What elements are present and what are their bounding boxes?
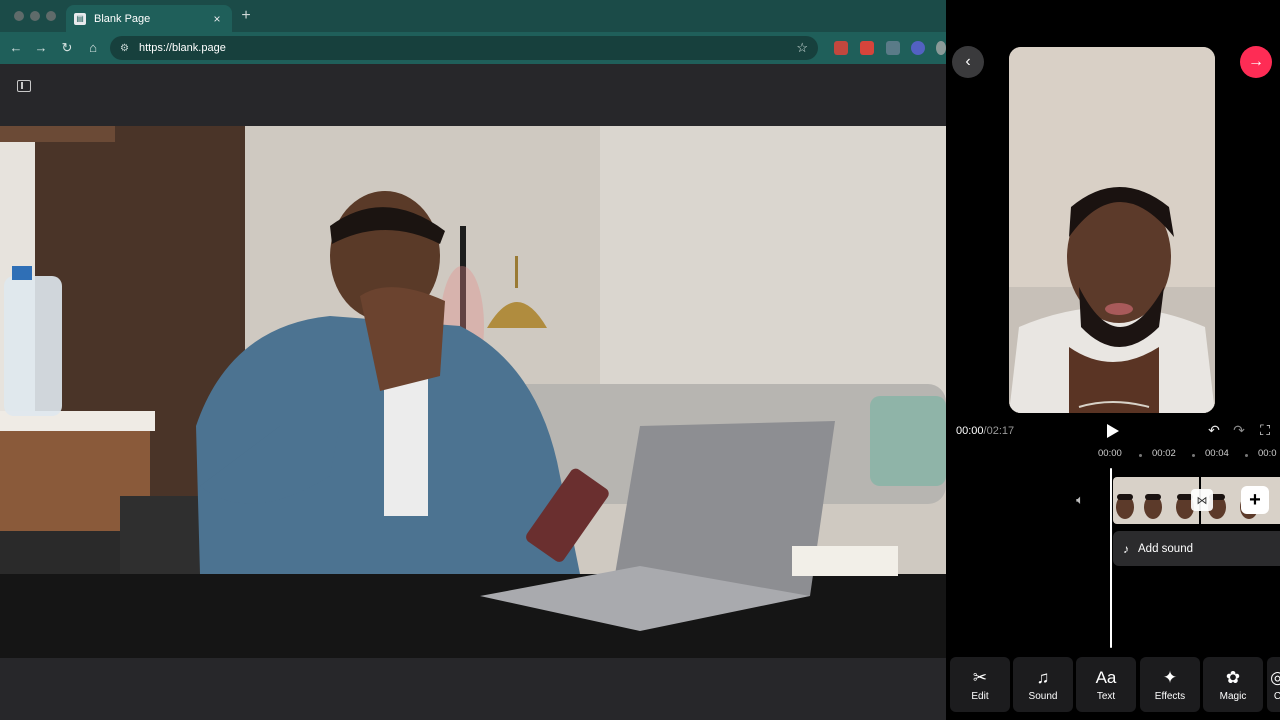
add-sound-button[interactable]: ♪ Add sound [1113,531,1280,566]
add-clip-button[interactable]: + [1241,486,1269,514]
redo-icon[interactable]: ↷ [1231,422,1247,438]
tool-label: Sound [1028,690,1058,702]
page-content [0,64,946,720]
text-icon: Aa [1095,667,1117,687]
back-arrow-icon[interactable]: ← [8,40,24,56]
editor-toolbar: ✂ Edit ♫ Sound Aa Text ✦ Effects ✿ Magic… [946,657,1280,720]
tab-blank-page[interactable]: ▤ Blank Page × [66,5,232,32]
tool-label: Effects [1154,690,1186,702]
add-sound-label: Add sound [1138,542,1193,555]
forward-arrow-icon[interactable]: → [33,40,49,56]
window-minimize-dot[interactable] [30,11,40,21]
new-tab-icon[interactable]: + [238,7,254,25]
current-time: 00:00 [956,425,984,437]
play-icon[interactable] [1102,421,1122,441]
bookmark-star-icon[interactable]: ☆ [796,40,808,56]
address-bar[interactable]: ⚙ https://blank.page ☆ [110,36,818,60]
tool-more[interactable]: ◎ C [1267,657,1280,712]
scissors-icon: ✂ [972,667,988,687]
tab-strip: ▤ Blank Page × + [0,0,946,32]
tool-magic[interactable]: ✿ Magic [1203,657,1263,712]
extension-icon[interactable] [834,41,848,55]
tool-label: C [1273,690,1280,702]
chevron-left-icon: ‹ [965,53,971,70]
timeline-ruler: 00:00 00:02 00:04 00:0 [946,448,1280,462]
video-editor-panel: ‹ → 00:00/02:17 ↶ ↷ ⛶ 00:00 00:02 00:04 … [946,0,1280,720]
browser-window: ▤ Blank Page × + ← → ↻ ⌂ ⚙ https://blank… [0,0,946,720]
transition-icon[interactable]: ⋈ [1191,489,1213,511]
ruler-tick-label: 00:0 [1258,448,1277,459]
arrow-right-icon: → [1248,53,1264,70]
extension-icon[interactable] [911,41,925,55]
playback-time: 00:00/02:17 [956,425,1014,437]
tool-edit[interactable]: ✂ Edit [950,657,1010,712]
tool-label: Text [1096,690,1116,702]
next-button[interactable]: → [1240,46,1272,78]
tool-effects[interactable]: ✦ Effects [1140,657,1200,712]
ruler-dot [1245,454,1248,457]
reload-icon[interactable]: ↻ [59,40,75,56]
address-url[interactable]: https://blank.page [139,42,796,54]
home-icon[interactable]: ⌂ [85,40,101,56]
undo-icon[interactable]: ↶ [1206,422,1222,438]
page-favicon-icon: ▤ [74,12,86,25]
video-preview[interactable] [1009,47,1215,413]
scene-illustration [0,126,946,658]
tab-close-icon[interactable]: × [210,12,224,26]
playhead[interactable] [1110,468,1112,648]
music-note-icon: ♫ [1036,667,1050,687]
tool-text[interactable]: Aa Text [1076,657,1136,712]
magic-icon: ✿ [1225,667,1241,687]
sparkle-icon: ✦ [1162,667,1178,687]
more-tool-icon: ◎ [1270,667,1280,687]
ruler-tick-label: 00:04 [1205,448,1229,459]
extension-icon[interactable] [860,41,874,55]
tool-label: Edit [971,690,989,702]
screen: ▤ Blank Page × + ← → ↻ ⌂ ⚙ https://blank… [0,0,1280,720]
total-time: 02:17 [986,425,1015,437]
volume-icon[interactable]: 🔈︎ [1072,492,1088,508]
browser-toolbar: ← → ↻ ⌂ ⚙ https://blank.page ☆ [0,32,946,64]
window-maximize-dot[interactable] [46,11,56,21]
extension-icon[interactable] [886,41,900,55]
fullscreen-icon[interactable]: ⛶ [1257,422,1273,438]
profile-avatar[interactable] [936,41,946,55]
preview-frame-illustration [1009,47,1215,413]
ruler-tick-label: 00:02 [1152,448,1176,459]
ruler-dot [1139,454,1142,457]
tool-sound[interactable]: ♫ Sound [1013,657,1073,712]
sidebar-toggle-icon[interactable] [17,80,31,92]
tab-title: Blank Page [94,12,151,25]
ruler-tick-label: 00:00 [1098,448,1122,459]
site-settings-icon[interactable]: ⚙ [120,43,129,54]
tool-label: Magic [1219,690,1247,702]
music-note-icon: ♪ [1123,541,1129,556]
ruler-dot [1192,454,1195,457]
window-close-dot[interactable] [14,11,24,21]
back-button[interactable]: ‹ [952,46,984,78]
video-frame [0,126,946,658]
